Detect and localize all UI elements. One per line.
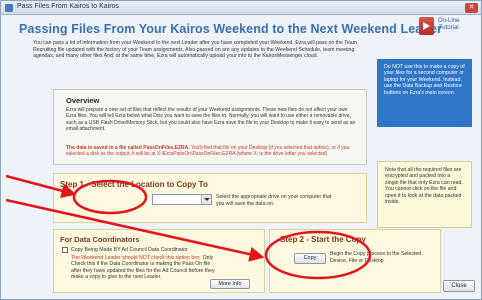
window-close-icon[interactable]: ✕ [465,3,478,13]
coordinators-title: For Data Coordinators [60,235,140,244]
overview-heading: Overview [66,96,100,105]
overview-panel: Overview Ezra will prepare a new set of … [53,89,367,165]
intro-text: You can pass a lot of information from y… [33,40,357,60]
copy-button[interactable]: Copy [294,253,326,264]
step1-help-text: Select the appropriate drive on your com… [216,194,332,207]
more-info-button[interactable]: More Info [210,279,250,289]
step2-panel: Step 2 - Start the Copy Copy Begin the C… [269,229,441,293]
online-tutorial-link[interactable]: On-Line Tutorial [438,18,459,32]
step2-title: Step 2 - Start the Copy [280,235,366,244]
encryption-note: Note that all the required files are enc… [377,161,472,228]
tutorial-label-line1: On-Line [438,18,460,24]
coordinators-warning: The Weekend Leader should NOT check this… [71,255,216,281]
coordinators-warning-red: The Weekend Leader should NOT check this… [71,255,202,261]
step1-title: Step 1 - Select the Location to Copy To [60,180,208,189]
overview-file-name: The data is saved in a file called PassO… [66,145,190,151]
app-icon [5,4,13,12]
title-bar: Pass Files From Kairos to Kairos ✕ [1,1,481,15]
step1-panel: Step 1 - Select the Location to Copy To … [53,173,367,223]
ad-council-checkbox[interactable] [62,247,68,253]
overview-text: Ezra will prepare a new set of files tha… [66,107,356,132]
close-button[interactable]: Close [443,280,475,292]
pass-files-window: Pass Files From Kairos to Kairos ✕ Passi… [0,0,482,300]
page-headline: Passing Files From Your Kairos Weekend t… [19,22,443,36]
drive-select[interactable] [152,194,212,205]
data-coordinators-panel: For Data Coordinators Copy Being Made BY… [53,229,265,293]
step2-help-text: Begin the Copy process to the Selected D… [330,251,422,264]
video-tutorial-icon[interactable] [419,17,434,35]
chevron-down-icon[interactable] [201,195,211,204]
ad-council-checkbox-label: Copy Being Made BY Ad Council Data Coord… [71,247,188,253]
tutorial-label-line2: Tutorial [438,25,459,31]
backup-warning-note: Do NOT use this to make a copy of your f… [377,59,472,127]
overview-file-location: The data is saved in a file called PassO… [66,145,358,158]
window-title: Pass Files From Kairos to Kairos [17,3,119,10]
